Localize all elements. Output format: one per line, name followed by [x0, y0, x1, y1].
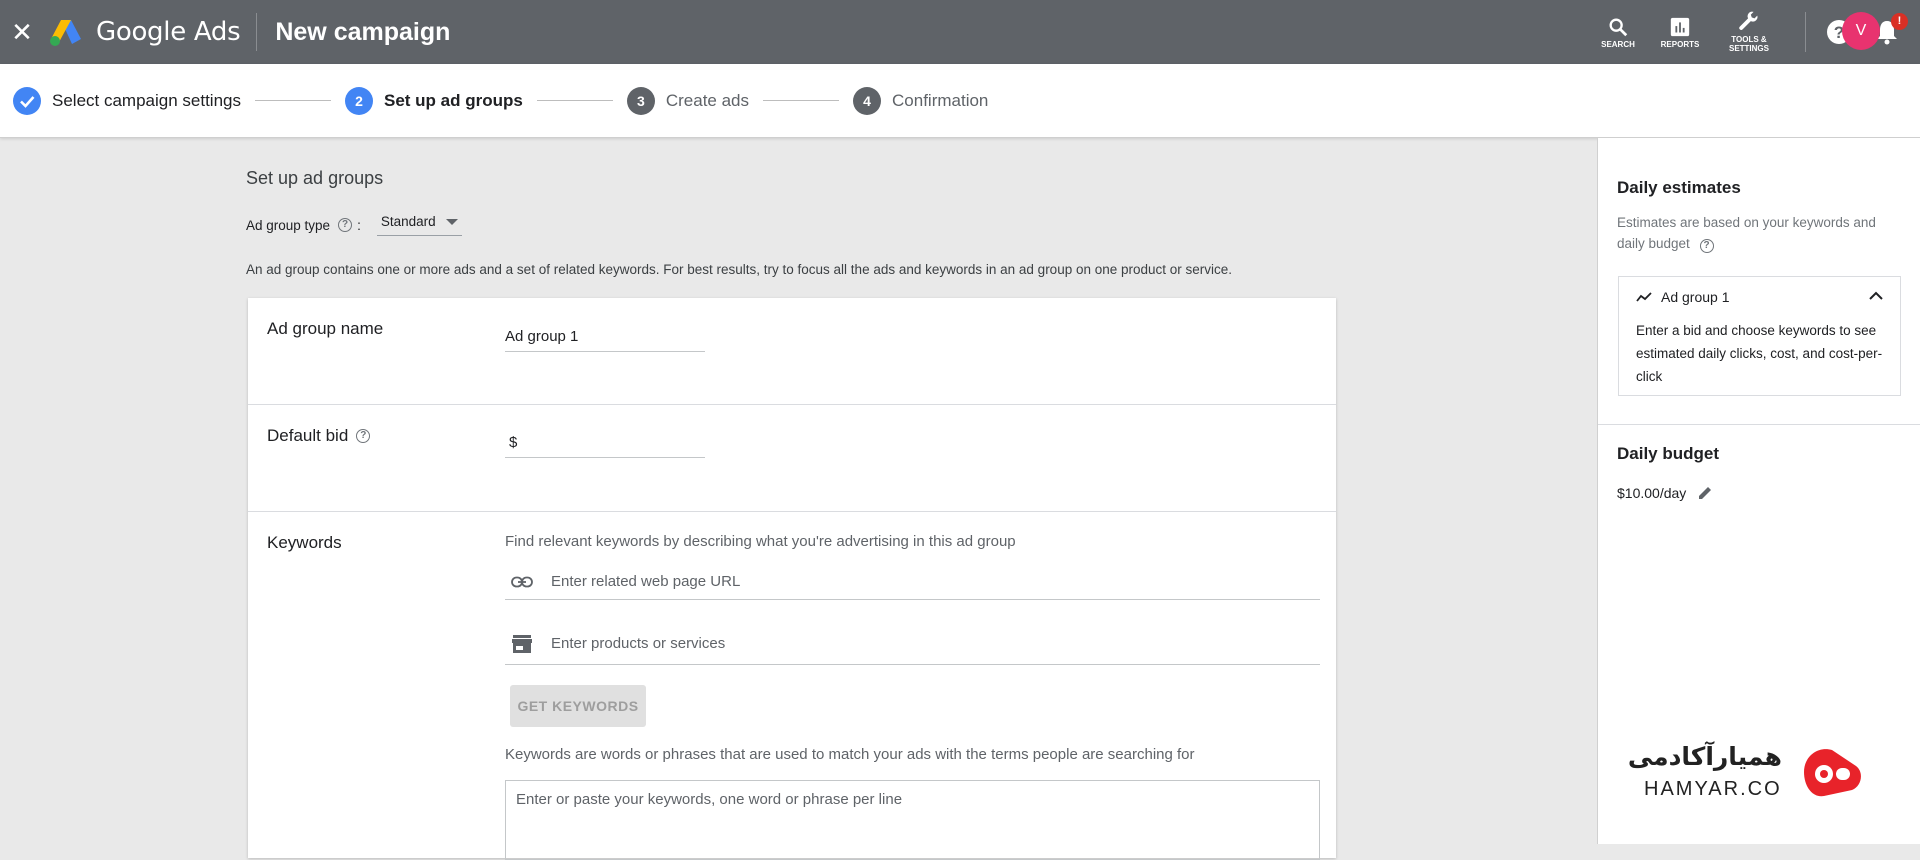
- colon: :: [357, 217, 361, 233]
- reports-icon: [1670, 17, 1690, 36]
- ad-group-type-label: Ad group type: [246, 217, 331, 233]
- close-icon[interactable]: ✕: [6, 19, 38, 45]
- search-tool[interactable]: SEARCH: [1587, 16, 1649, 49]
- help-circle-icon[interactable]: ?: [338, 218, 353, 232]
- ad-group-estimate-card: Ad group 1 Enter a bid and choose keywor…: [1618, 276, 1901, 396]
- watermark-text-en: HAMYAR.CO: [1644, 778, 1782, 800]
- step-label: Set up ad groups: [384, 90, 523, 110]
- step-select-campaign-settings[interactable]: Select campaign settings: [13, 86, 241, 115]
- estimates-panel: Daily estimates Estimates are based on y…: [1597, 138, 1920, 844]
- ad-group-estimate-hint: Enter a bid and choose keywords to see e…: [1636, 323, 1883, 384]
- step-number: 4: [853, 86, 882, 115]
- step-label: Create ads: [665, 90, 750, 110]
- search-icon: [1609, 18, 1628, 36]
- ad-group-name-row: Ad group name Ad group 1: [248, 298, 1336, 405]
- step-connector: [255, 100, 331, 101]
- web-page-url-input[interactable]: Enter related web page URL: [505, 564, 1320, 600]
- ad-group-type-select[interactable]: Standard: [376, 214, 462, 236]
- reports-tool-label: REPORTS: [1660, 39, 1700, 49]
- ad-group-type-value: Standard: [380, 214, 436, 229]
- default-bid-field[interactable]: $: [505, 434, 705, 458]
- default-bid-label: Default bid: [267, 426, 349, 445]
- estimates-subtitle-text: Estimates are based on your keywords and…: [1617, 215, 1876, 251]
- chevron-up-icon[interactable]: [1868, 291, 1884, 301]
- currency-prefix: $: [509, 434, 518, 451]
- title-divider: [256, 13, 258, 51]
- daily-budget-value: $10.00/day: [1617, 485, 1687, 501]
- store-icon: [512, 634, 532, 653]
- keywords-textarea[interactable]: Enter or paste your keywords, one word o…: [505, 780, 1320, 860]
- daily-estimates-title: Daily estimates: [1617, 178, 1741, 197]
- ad-group-card: Ad group name Ad group 1 Default bid ? $…: [248, 298, 1336, 860]
- check-icon: [20, 95, 35, 108]
- estimates-subtitle: Estimates are based on your keywords and…: [1617, 212, 1907, 254]
- hamyar-watermark: همیارآکادمی HAMYAR.CO: [1628, 742, 1870, 804]
- step-number: 3: [626, 86, 655, 115]
- keywords-label: Keywords: [267, 533, 342, 552]
- products-placeholder: Enter products or services: [551, 635, 726, 652]
- wrench-icon: [1739, 11, 1758, 30]
- hamyar-logo-icon: [1804, 749, 1861, 797]
- url-placeholder: Enter related web page URL: [551, 573, 741, 590]
- ad-group-info-text: An ad group contains one or more ads and…: [246, 262, 1233, 277]
- help-circle-icon[interactable]: ?: [1699, 239, 1714, 253]
- step-number: 2: [345, 86, 373, 115]
- help-circle-icon[interactable]: ?: [356, 429, 371, 443]
- keywords-hint: Find relevant keywords by describing wha…: [505, 533, 1016, 550]
- default-bid-row: Default bid ? $: [248, 405, 1336, 512]
- panel-divider: [1598, 424, 1920, 425]
- daily-budget-row: $10.00/day: [1617, 484, 1714, 502]
- daily-budget-title: Daily budget: [1617, 444, 1720, 463]
- step-connector: [763, 100, 840, 101]
- products-services-input[interactable]: Enter products or services: [505, 623, 1320, 665]
- step-create-ads[interactable]: 3 Create ads: [626, 86, 750, 115]
- ad-group-name-field[interactable]: Ad group 1: [505, 328, 705, 352]
- toolbar-divider: [1805, 12, 1806, 52]
- keywords-textarea-placeholder: Enter or paste your keywords, one word o…: [516, 791, 903, 808]
- top-app-bar: ✕ Google Ads New campaign SEARCH REPORTS…: [0, 0, 1920, 64]
- get-keywords-button[interactable]: GET KEYWORDS: [510, 685, 646, 727]
- step-connector: [536, 100, 613, 101]
- google-ads-logo: [50, 20, 81, 46]
- link-icon: [511, 576, 533, 587]
- step-set-up-ad-groups[interactable]: 2 Set up ad groups: [345, 86, 523, 115]
- tools-label-line1: TOOLS &: [1731, 35, 1767, 44]
- dropdown-arrow-icon: [445, 218, 458, 225]
- notification-badge: !: [1891, 13, 1908, 30]
- ad-group-estimate-name: Ad group 1: [1661, 289, 1730, 305]
- edit-pencil-icon[interactable]: [1696, 484, 1714, 502]
- brand-name: Google Ads: [96, 17, 241, 47]
- ad-group-name-value: Ad group 1: [505, 328, 579, 345]
- step-done-icon: [13, 86, 41, 115]
- ad-group-name-label: Ad group name: [267, 319, 384, 338]
- step-label: Select campaign settings: [52, 90, 241, 110]
- ad-group-estimate-header: Ad group 1: [1636, 289, 1730, 305]
- ad-group-type-row: Ad group type ? : Standard: [246, 214, 462, 236]
- page-title: New campaign: [275, 17, 451, 46]
- main-content: Set up ad groups Ad group type ? : Stand…: [0, 138, 1597, 860]
- default-bid-label-wrap: Default bid ?: [267, 426, 371, 446]
- reports-tool[interactable]: REPORTS: [1649, 16, 1711, 49]
- step-label: Confirmation: [892, 90, 989, 110]
- campaign-stepper: Select campaign settings 2 Set up ad gro…: [0, 64, 1920, 138]
- step-confirmation[interactable]: 4 Confirmation: [853, 86, 989, 115]
- tools-label-line2: SETTINGS: [1728, 44, 1769, 53]
- avatar[interactable]: V: [1842, 12, 1880, 50]
- section-title: Set up ad groups: [246, 168, 384, 188]
- keywords-explain: Keywords are words or phrases that are u…: [505, 746, 1195, 763]
- trend-icon: [1636, 292, 1652, 302]
- watermark-text-fa: همیارآکادمی: [1627, 742, 1782, 771]
- search-tool-label: SEARCH: [1601, 39, 1635, 49]
- tools-settings-tool[interactable]: TOOLS & SETTINGS: [1711, 11, 1787, 53]
